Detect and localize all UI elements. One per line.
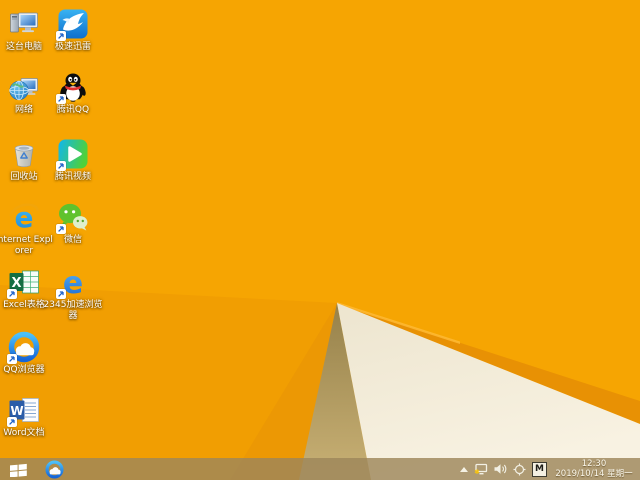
desktop-icon-qq-browser[interactable]: QQ浏览器 (0, 331, 56, 376)
globe-monitor-icon (8, 71, 40, 103)
svg-text:W: W (10, 404, 23, 418)
desktop-icon-label: 回收站 (10, 172, 38, 182)
desktop[interactable]: 这台电脑 极速迅雷 网络 腾讯QQ 回收站 腾讯视频 e Internet Ex… (0, 0, 640, 480)
shortcut-arrow-icon (56, 31, 66, 41)
desktop-icon-label: Excel表格 (3, 300, 45, 310)
windows-logo-icon (9, 463, 27, 477)
desktop-icon-label: Word文档 (3, 428, 45, 438)
start-button[interactable] (0, 458, 36, 480)
shortcut-arrow-icon (56, 94, 66, 104)
shortcut-arrow-icon (7, 354, 17, 364)
excel-icon: X (7, 266, 40, 299)
thunder-bird-icon (56, 8, 89, 41)
volume-icon[interactable] (494, 463, 507, 475)
network-status-icon[interactable] (474, 463, 488, 476)
desktop-icon-label: 腾讯QQ (56, 105, 90, 115)
qq-browser-cloud-icon (7, 331, 40, 364)
taskbar-clock[interactable]: 12:30 2019/10/14 星期一 (553, 459, 637, 479)
taskbar: M 12:30 2019/10/14 星期一 (0, 458, 640, 480)
desktop-icon-label: 2345加速浏览器 (43, 300, 103, 321)
play-button-icon (56, 138, 89, 171)
computer-icon (8, 8, 40, 40)
wechat-bubbles-icon (56, 201, 89, 234)
desktop-icon-label: QQ浏览器 (3, 365, 45, 375)
desktop-icon-wechat[interactable]: 微信 (41, 201, 105, 246)
shortcut-arrow-icon (56, 289, 66, 299)
shortcut-arrow-icon (7, 417, 17, 427)
shortcut-arrow-icon (56, 161, 66, 171)
shortcut-arrow-icon (56, 224, 66, 234)
qq-browser-cloud-icon (44, 459, 64, 479)
desktop-icon-label: 网络 (14, 105, 33, 115)
target-app-icon[interactable] (513, 463, 526, 476)
desktop-icon-label: 极速迅雷 (54, 42, 91, 52)
qq-penguin-icon (56, 71, 89, 104)
desktop-icon-tencent-qq[interactable]: 腾讯QQ (41, 71, 105, 116)
desktop-icon-word[interactable]: W Word文档 (0, 394, 56, 439)
word-icon: W (7, 394, 40, 427)
desktop-icon-tencent-video[interactable]: 腾讯视频 (41, 138, 105, 183)
system-tray: M 12:30 2019/10/14 星期一 (460, 458, 637, 480)
recycle-bin-icon (8, 138, 40, 170)
desktop-icon-label: 腾讯视频 (54, 172, 91, 182)
hidden-icons-chevron[interactable] (460, 466, 468, 472)
ie-e-icon: e (8, 201, 40, 233)
desktop-icon-xunlei[interactable]: 极速迅雷 (41, 8, 105, 53)
desktop-icon-label: 这台电脑 (5, 42, 42, 52)
input-method-indicator[interactable]: M (532, 461, 547, 477)
taskbar-qq-browser-button[interactable] (40, 458, 68, 480)
desktop-icon-label: 微信 (63, 235, 82, 245)
blue-e-icon: e (56, 266, 89, 299)
shortcut-arrow-icon (7, 289, 17, 299)
clock-time: 12:30 (581, 459, 607, 469)
clock-date: 2019/10/14 星期一 (555, 469, 633, 479)
desktop-icon-2345-browser[interactable]: e 2345加速浏览器 (41, 266, 105, 322)
